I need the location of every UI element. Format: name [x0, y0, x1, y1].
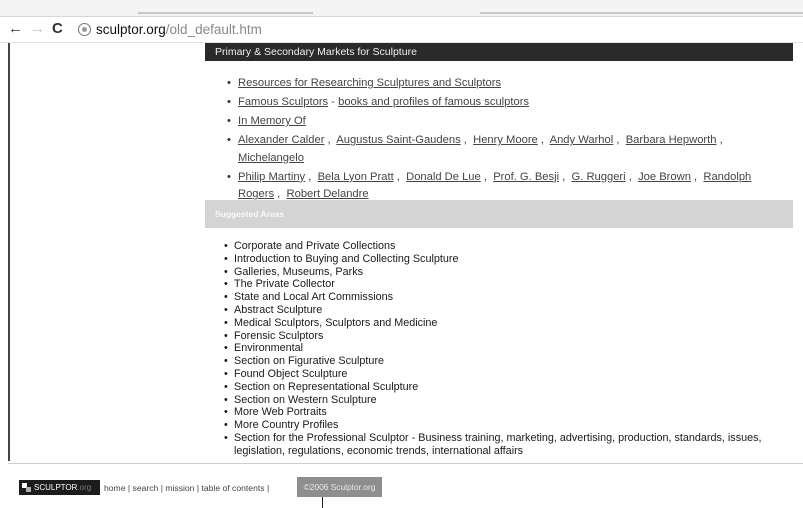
- artist-link[interactable]: Henry Moore: [473, 134, 538, 146]
- list-item[interactable]: Section on Western Sculpture: [224, 394, 794, 407]
- logo-mark-icon: [22, 483, 31, 492]
- list-item: Alexander Calder , Augustus Saint-Gauden…: [227, 132, 788, 167]
- footer-nav: home | search | mission | table of conte…: [104, 483, 270, 493]
- footer-search-link[interactable]: search: [133, 483, 159, 493]
- list-item[interactable]: Corporate and Private Collections: [224, 240, 794, 253]
- markets-title: Primary & Secondary Markets for Sculptur…: [215, 46, 417, 58]
- text-cursor: [322, 497, 323, 508]
- list-item[interactable]: Abstract Sculpture: [224, 304, 794, 317]
- sculptor-link[interactable]: Robert Delandre: [287, 188, 369, 200]
- forward-arrow-icon[interactable]: →: [30, 20, 45, 38]
- footer-divider: [8, 463, 803, 464]
- separator: -: [328, 96, 339, 109]
- list-item[interactable]: Found Object Sculpture: [224, 368, 794, 381]
- logo-main-text: SCULPTOR: [34, 483, 78, 492]
- sculptor-logo[interactable]: SCULPTOR.org: [19, 480, 100, 495]
- reload-icon[interactable]: C: [52, 20, 63, 38]
- list-item[interactable]: Forensic Sculptors: [224, 330, 794, 343]
- list-item[interactable]: Environmental: [224, 342, 794, 355]
- page-left-border: [8, 43, 10, 461]
- list-item[interactable]: Section on Figurative Sculpture: [224, 355, 794, 368]
- artist-link[interactable]: Michelangelo: [238, 152, 304, 164]
- list-item[interactable]: The Private Collector: [224, 278, 794, 291]
- artist-link[interactable]: Andy Warhol: [550, 134, 614, 146]
- list-item[interactable]: State and Local Art Commissions: [224, 291, 794, 304]
- famous-sculptors-link[interactable]: Famous Sculptors: [238, 96, 328, 108]
- back-arrow-icon[interactable]: ←: [8, 20, 23, 38]
- artist-link[interactable]: Alexander Calder: [238, 134, 324, 146]
- list-item[interactable]: Galleries, Museums, Parks: [224, 266, 794, 279]
- footer-toc-link[interactable]: table of contents: [201, 483, 264, 493]
- famous-sculptors-books-link[interactable]: books and profiles of famous sculptors: [338, 96, 529, 108]
- footer-mission-link[interactable]: mission: [165, 483, 194, 493]
- tab-edge: [480, 12, 803, 14]
- list-item[interactable]: Section on Representational Sculpture: [224, 381, 794, 394]
- sculptor-link[interactable]: G. Ruggeri: [572, 171, 626, 183]
- suggested-areas-header: Suggested Areas: [205, 200, 793, 228]
- logo-suffix-text: .org: [77, 483, 92, 492]
- browser-toolbar: ← → C sculptor.org/old_default.htm: [0, 17, 803, 43]
- sculptor-link[interactable]: Philip Martiny: [238, 171, 305, 183]
- list-item[interactable]: Medical Sculptors, Sculptors and Medicin…: [224, 317, 794, 330]
- url-path: /old_default.htm: [165, 22, 262, 37]
- sculptor-link[interactable]: Donald De Lue: [406, 171, 481, 183]
- suggested-areas-title: Suggested Areas: [215, 209, 285, 219]
- url-domain: sculptor.org: [96, 22, 166, 37]
- list-item: Famous Sculptors - books and profiles of…: [227, 94, 788, 112]
- page-info-icon[interactable]: [78, 23, 91, 36]
- copyright-badge: ©2006 Sculptor.org: [297, 477, 382, 497]
- address-bar[interactable]: sculptor.org/old_default.htm: [78, 21, 793, 39]
- list-item: Philip Martiny , Bela Lyon Pratt , Donal…: [227, 169, 788, 204]
- artist-link[interactable]: Augustus Saint-Gaudens: [336, 134, 460, 146]
- markets-list: Resources for Researching Sculptures and…: [227, 75, 788, 205]
- tab-edge: [138, 12, 313, 14]
- logo-text: SCULPTOR.org: [34, 480, 91, 495]
- browser-tab-strip: [0, 0, 803, 17]
- list-item[interactable]: Section for the Professional Sculptor - …: [224, 432, 794, 458]
- list-item[interactable]: More Web Portraits: [224, 406, 794, 419]
- url-text[interactable]: sculptor.org/old_default.htm: [96, 21, 262, 39]
- sculptor-link[interactable]: Prof. G. Besji: [493, 171, 559, 183]
- footer-home-link[interactable]: home: [104, 483, 126, 493]
- markets-header: Primary & Secondary Markets for Sculptur…: [205, 43, 793, 61]
- list-item[interactable]: Introduction to Buying and Collecting Sc…: [224, 253, 794, 266]
- list-item[interactable]: More Country Profiles: [224, 419, 794, 432]
- sculptor-link[interactable]: Bela Lyon Pratt: [318, 171, 394, 183]
- research-resources-link[interactable]: Resources for Researching Sculptures and…: [238, 77, 501, 89]
- list-item: Resources for Researching Sculptures and…: [227, 75, 788, 93]
- suggested-areas-list: Corporate and Private Collections Introd…: [224, 240, 794, 458]
- sculptor-link[interactable]: Joe Brown: [638, 171, 691, 183]
- in-memory-link[interactable]: In Memory Of: [238, 115, 306, 127]
- list-item: In Memory Of: [227, 113, 788, 131]
- artist-link[interactable]: Barbara Hepworth: [626, 134, 717, 146]
